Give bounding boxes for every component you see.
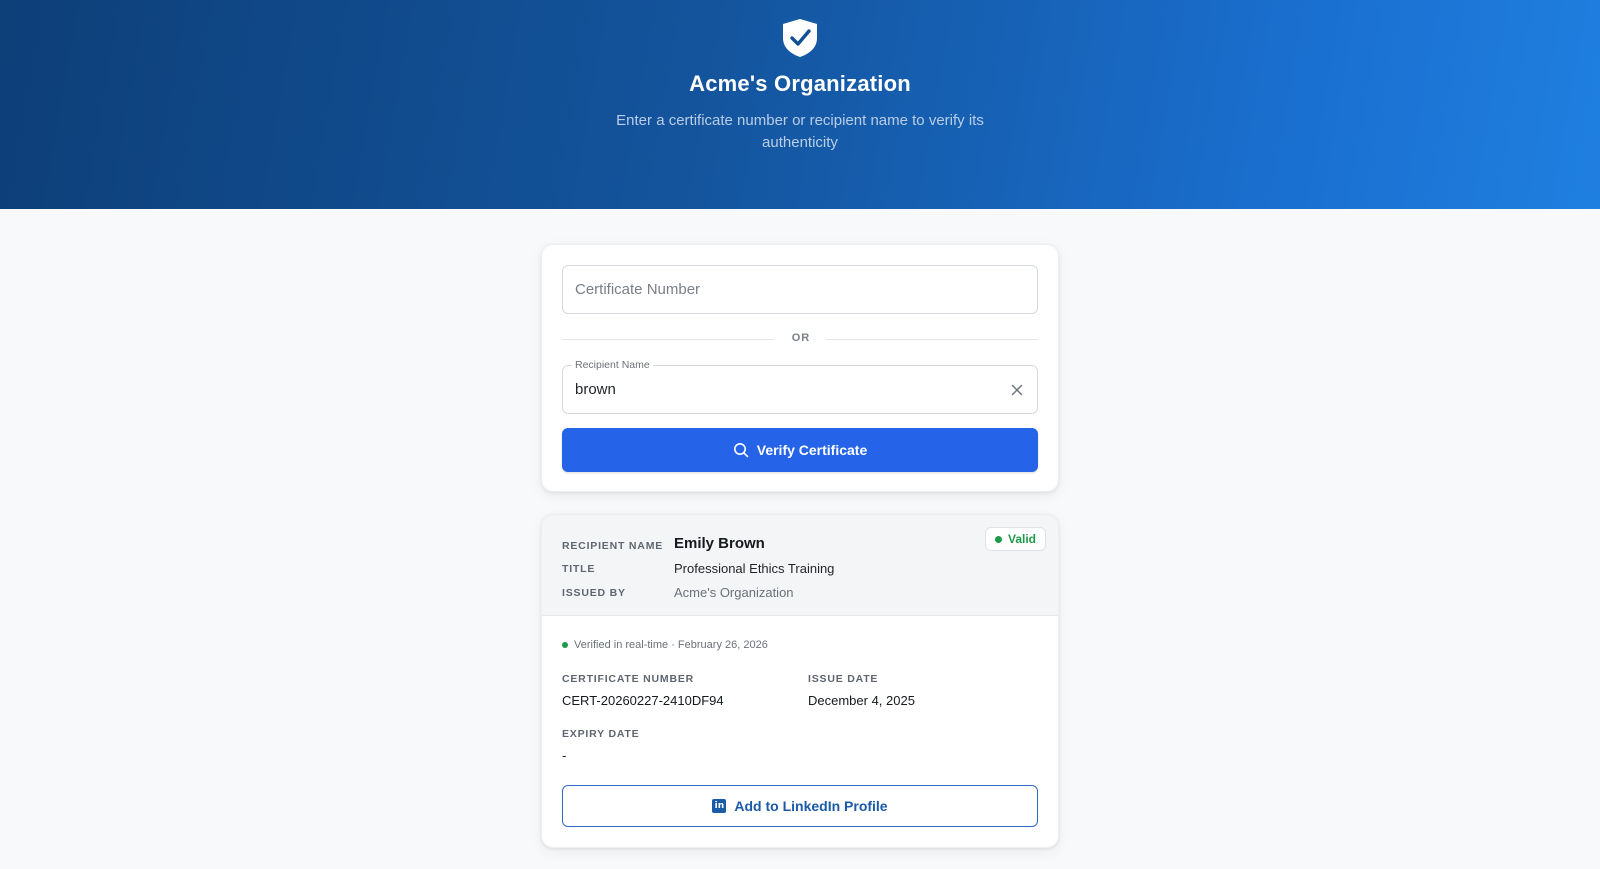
- search-card: OR Recipient Name brown Verify Certifica…: [541, 244, 1059, 492]
- result-summary: RECIPIENT NAME Emily Brown TITLE Profess…: [542, 515, 1058, 616]
- recipient-name-result: Emily Brown: [674, 535, 765, 552]
- certificate-number-heading: CERTIFICATE NUMBER: [562, 673, 695, 685]
- certificate-number-input[interactable]: [562, 265, 1038, 314]
- certificate-title: Professional Ethics Training: [674, 561, 835, 576]
- recipient-name-field[interactable]: Recipient Name brown: [562, 359, 1038, 414]
- or-divider-text: OR: [791, 332, 811, 344]
- verified-dot-icon: [562, 642, 568, 648]
- linkedin-icon: in: [712, 799, 727, 813]
- expiry-date-value: -: [562, 748, 567, 763]
- status-badge: Valid: [984, 527, 1046, 551]
- recipient-name-value: brown: [575, 381, 616, 398]
- status-text: Valid: [1007, 532, 1036, 546]
- certificate-result-card: RECIPIENT NAME Emily Brown TITLE Profess…: [541, 514, 1059, 848]
- verify-button-label: Verify Certificate: [756, 442, 868, 458]
- title-heading: TITLE: [562, 563, 596, 575]
- shield-check-icon: [783, 19, 817, 57]
- certificate-number-value: CERT-20260227-2410DF94: [562, 693, 724, 708]
- issue-date-value: December 4, 2025: [808, 693, 915, 708]
- verified-text: Verified in real-time · February 26, 202…: [574, 639, 768, 651]
- issue-date-heading: ISSUE DATE: [808, 673, 879, 685]
- page-subtitle: Enter a certificate number or recipient …: [616, 112, 984, 151]
- expiry-date-heading: EXPIRY DATE: [562, 728, 640, 740]
- status-dot-icon: [994, 535, 1002, 543]
- search-icon: [733, 443, 749, 458]
- page-header: Acme's Organization Enter a certificate …: [0, 0, 1600, 209]
- close-icon[interactable]: [1009, 382, 1025, 398]
- add-to-linkedin-button[interactable]: in Add to LinkedIn Profile: [562, 785, 1038, 827]
- issued-by-value: Acme's Organization: [674, 585, 794, 600]
- recipient-name-heading: RECIPIENT NAME: [562, 540, 664, 552]
- organization-title: Acme's Organization: [689, 71, 911, 96]
- recipient-name-label: Recipient Name: [572, 359, 653, 371]
- linkedin-button-label: Add to LinkedIn Profile: [734, 798, 888, 814]
- verified-timestamp: Verified in real-time · February 26, 202…: [562, 639, 768, 651]
- issued-by-heading: ISSUED BY: [562, 587, 626, 599]
- verify-certificate-button[interactable]: Verify Certificate: [562, 428, 1038, 472]
